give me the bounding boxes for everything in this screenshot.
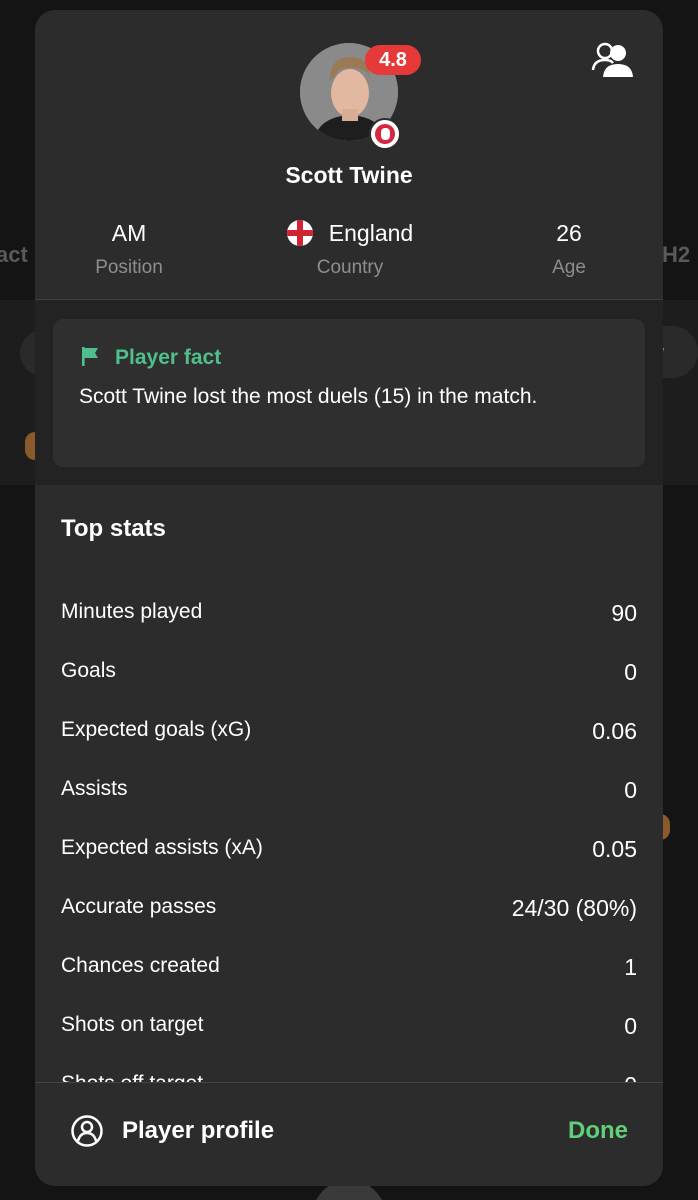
- stat-value: 0: [624, 777, 637, 803]
- stat-label: Chances created: [61, 954, 220, 977]
- stat-value: 90: [611, 600, 637, 626]
- stat-row: Accurate passes 24/30 (80%): [61, 895, 637, 935]
- stat-row: Expected assists (xA) 0.05: [61, 836, 637, 876]
- country-label: Country: [316, 257, 384, 278]
- country-value: England: [328, 220, 414, 246]
- stat-label: Expected assists (xA): [61, 836, 263, 859]
- position-value: AM: [111, 220, 147, 246]
- top-stats-section[interactable]: Top stats Minutes played 90 Goals 0 Expect…: [35, 485, 663, 1082]
- person-circle-icon: [71, 1115, 103, 1147]
- stat-row: Expected goals (xG) 0.06: [61, 718, 637, 758]
- background-tab-left: act: [0, 242, 28, 267]
- flag-icon: [79, 345, 101, 367]
- stats-title: Top stats: [61, 515, 166, 542]
- stat-row: Shots off target 0: [61, 1072, 637, 1082]
- stat-value: 0.05: [592, 836, 637, 862]
- stat-label: Goals: [61, 659, 116, 682]
- stat-value: 1: [624, 954, 637, 980]
- stat-label: Accurate passes: [61, 895, 217, 918]
- player-fact-card: Player fact Scott Twine lost the most du…: [53, 319, 645, 467]
- england-flag-icon: [286, 220, 313, 246]
- country-info: England Country: [265, 220, 435, 279]
- stat-label: Shots off target: [61, 1072, 203, 1082]
- player-header: 4.8 Scott Twine AM Position England Coun…: [35, 10, 663, 300]
- stat-row: Shots on target 0: [61, 1013, 637, 1053]
- rating-badge: 4.8: [365, 45, 421, 75]
- fact-text: Scott Twine lost the most duels (15) in …: [79, 385, 538, 408]
- stat-row: Assists 0: [61, 777, 637, 817]
- stat-value: 0: [624, 1072, 637, 1082]
- stat-value: 0.06: [592, 718, 637, 744]
- age-label: Age: [552, 257, 586, 278]
- people-icon[interactable]: [591, 40, 635, 80]
- player-fact-section: Player fact Scott Twine lost the most du…: [35, 300, 663, 485]
- sheet-footer: Player profile Done: [35, 1082, 663, 1186]
- club-badge-icon: [369, 118, 401, 150]
- background-tab-right: H2: [662, 242, 691, 267]
- stat-value: 24/30 (80%): [511, 895, 637, 921]
- fact-title-label: Player fact: [115, 346, 222, 369]
- stat-row: Minutes played 90: [61, 600, 637, 640]
- stat-label: Expected goals (xG): [61, 718, 252, 741]
- age-value: 26: [556, 220, 582, 246]
- player-avatar-group: 4.8: [300, 43, 421, 150]
- stat-row: Goals 0: [61, 659, 637, 699]
- stat-value: 0: [624, 659, 637, 685]
- done-button[interactable]: Done: [568, 1117, 628, 1145]
- stat-value: 0: [624, 1013, 637, 1039]
- stat-row: Chances created 1: [61, 954, 637, 994]
- position-label: Position: [95, 257, 163, 278]
- position-info: AM Position: [79, 220, 179, 279]
- fact-title: Player fact: [79, 345, 221, 370]
- stat-label: Assists: [61, 777, 128, 800]
- age-info: 26 Age: [519, 220, 619, 279]
- player-profile-button[interactable]: Player profile: [122, 1117, 274, 1145]
- player-name: Scott Twine: [285, 162, 413, 188]
- stat-label: Minutes played: [61, 600, 203, 623]
- stat-label: Shots on target: [61, 1013, 204, 1036]
- player-sheet: 4.8 Scott Twine AM Position England Coun…: [35, 10, 663, 1186]
